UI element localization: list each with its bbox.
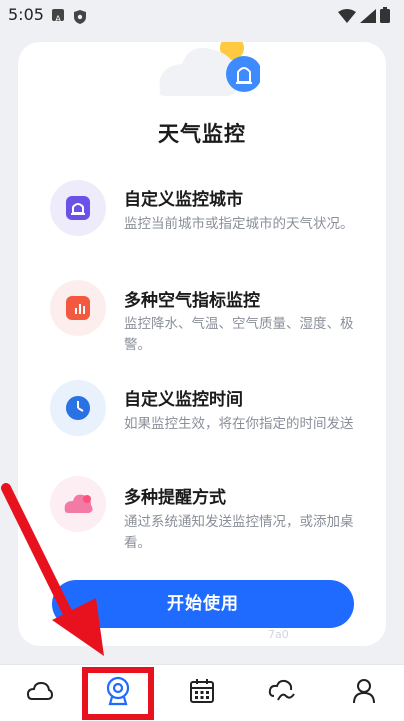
status-time: 5:05 (8, 5, 44, 24)
nav-cloud-link[interactable] (252, 665, 312, 721)
feature-desc: 监控降水、气温、空气质量、湿度、极警。 (124, 316, 354, 353)
highlight-box (82, 667, 154, 720)
cloud-link-icon (268, 678, 296, 708)
nav-calendar[interactable] (172, 665, 232, 721)
wifi-icon (338, 8, 356, 27)
page-title: 天气监控 (158, 122, 246, 146)
feature-title: 多种空气指标监控 (124, 291, 260, 311)
svg-text:A: A (55, 15, 62, 24)
feature-desc: 通过系统通知发送监控情况，或添加桌看。 (124, 514, 354, 551)
annotation-arrow (1, 483, 104, 656)
battery-icon (380, 7, 390, 27)
feature-desc: 监控当前城市或指定城市的天气状况。 (124, 216, 354, 232)
feature-title: 自定义监控时间 (124, 390, 243, 410)
feature-desc: 如果监控生效，将在你指定的时间发送 (124, 416, 354, 432)
weather-cloud-icon (26, 681, 54, 705)
profile-icon (352, 678, 376, 708)
status-bar: 5:05 A (0, 0, 404, 30)
app-a-icon: A (52, 9, 64, 25)
calendar-icon (189, 678, 215, 708)
hero-illustration (150, 36, 262, 98)
nav-profile[interactable] (334, 665, 394, 721)
shield-icon (74, 9, 86, 24)
feature-title: 多种提醒方式 (124, 488, 226, 508)
feature-title: 自定义监控城市 (124, 190, 243, 210)
nav-weather[interactable] (10, 665, 70, 721)
signal-icon (360, 8, 376, 27)
bar-chart-icon (50, 280, 106, 336)
city-alarm-icon (50, 180, 106, 236)
watermark: 7a0 (268, 628, 289, 641)
bottom-nav (0, 664, 404, 721)
clock-icon (50, 380, 106, 436)
